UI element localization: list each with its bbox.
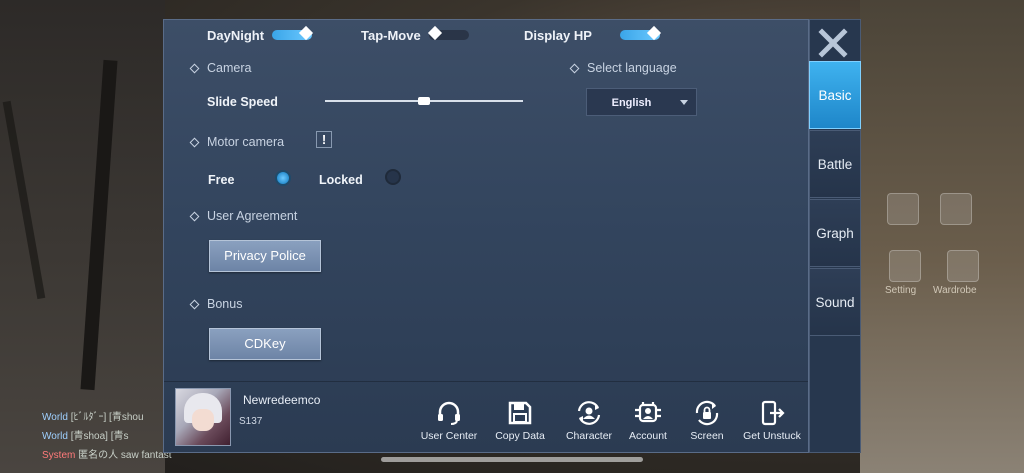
footer-button-label: Get Unstuck [743,430,801,442]
locked-radio[interactable] [385,169,401,185]
slider-thumb[interactable] [418,97,430,105]
toggle-knob [427,25,443,41]
toggle-row: DayNight Tap-Move Display HP [164,24,808,46]
bonus-section-header: Bonus [189,297,243,311]
slide-speed-label: Slide Speed [207,95,278,109]
hud-label-setting: Setting [885,285,917,296]
home-indicator[interactable] [381,457,643,462]
server-id: S137 [239,416,263,427]
section-title: User Agreement [207,209,298,223]
chat-log[interactable]: World [ﾋﾞﾙﾀﾞｰ] [青shou World [青shoa] [青s … [42,408,172,465]
setting-icon[interactable] [889,250,921,282]
slide-speed-slider[interactable] [325,97,523,105]
warning-icon[interactable]: ! [316,131,332,148]
section-title: Camera [207,61,252,75]
daynight-toggle[interactable] [272,25,314,41]
toggle-knob [298,25,314,41]
tab-sound[interactable]: Sound [809,268,861,336]
chat-line: World [ﾋﾞﾙﾀﾞｰ] [青shou [42,408,172,427]
chat-text: 匿名の人 saw fantastic night when [78,450,172,461]
toggle-knob [646,25,662,41]
chat-text: [青shoa] [青s [70,431,129,442]
headset-icon [438,401,460,425]
diamond-bullet-icon [189,299,200,310]
settings-panel: DayNight Tap-Move Display HP Camera Slid… [163,19,809,453]
user-agreement-section-header: User Agreement [189,209,298,223]
account-swap-icon [635,402,661,423]
chat-line: World [青shoa] [青s [42,427,172,446]
user-center-button[interactable]: User Center [414,400,484,442]
camera-section-header: Camera [189,61,252,75]
display-hp-toggle[interactable] [620,25,662,41]
chat-channel: World [42,431,68,442]
tap-move-toggle[interactable] [427,25,469,41]
chevron-down-icon [680,100,688,105]
language-section-header: Select language [569,61,677,75]
avatar[interactable] [175,388,231,446]
settings-tabs: Basic Battle Graph Sound [809,61,861,337]
menu-icon[interactable] [940,193,972,225]
footer-button-label: Screen [690,430,724,442]
phone-exit-icon [761,400,785,426]
chat-line: System 匿名の人 saw fantastic night when [42,446,172,465]
screen-button[interactable]: Screen [672,400,742,442]
locked-option-label: Locked [319,173,363,187]
section-title: Bonus [207,297,243,311]
diamond-bullet-icon [189,211,200,222]
footer-button-label: User Center [420,430,478,442]
section-title: Select language [587,61,677,75]
save-icon [508,401,532,425]
chat-text: [ﾋﾞﾙﾀﾞｰ] [青shou [70,412,144,423]
close-icon[interactable] [818,28,848,58]
cdkey-button[interactable]: CDKey [209,328,321,360]
privacy-policy-button[interactable]: Privacy Police [209,240,321,272]
diamond-bullet-icon [569,63,580,74]
game-background-left [0,0,165,473]
character-swap-icon [577,401,601,425]
copy-data-button[interactable]: Copy Data [485,400,555,442]
player-name: Newredeemco [243,393,321,407]
footer-button-label: Copy Data [495,430,545,442]
daynight-label: DayNight [207,28,265,43]
language-selected: English [611,97,652,109]
avatar-face [192,409,214,431]
screen-lock-icon [695,400,719,426]
diamond-bullet-icon [189,137,200,148]
tab-battle[interactable]: Battle [809,130,861,198]
tap-move-label: Tap-Move [361,28,421,43]
hud-label-wardrobe: Wardrobe [933,285,977,296]
language-dropdown[interactable]: English [586,88,697,116]
chat-channel: World [42,412,68,423]
tab-graph[interactable]: Graph [809,199,861,267]
motor-camera-section-header: Motor camera [189,135,285,149]
tab-basic[interactable]: Basic [809,61,861,129]
game-background-right [860,0,1024,473]
free-option-label: Free [208,173,235,187]
get-unstuck-button[interactable]: Get Unstuck [737,400,807,442]
diamond-bullet-icon [189,63,200,74]
display-hp-label: Display HP [524,28,592,43]
free-radio[interactable] [275,170,291,186]
chat-channel: System [42,450,76,461]
bag-icon[interactable] [887,193,919,225]
section-title: Motor camera [207,135,285,149]
wardrobe-icon[interactable] [947,250,979,282]
